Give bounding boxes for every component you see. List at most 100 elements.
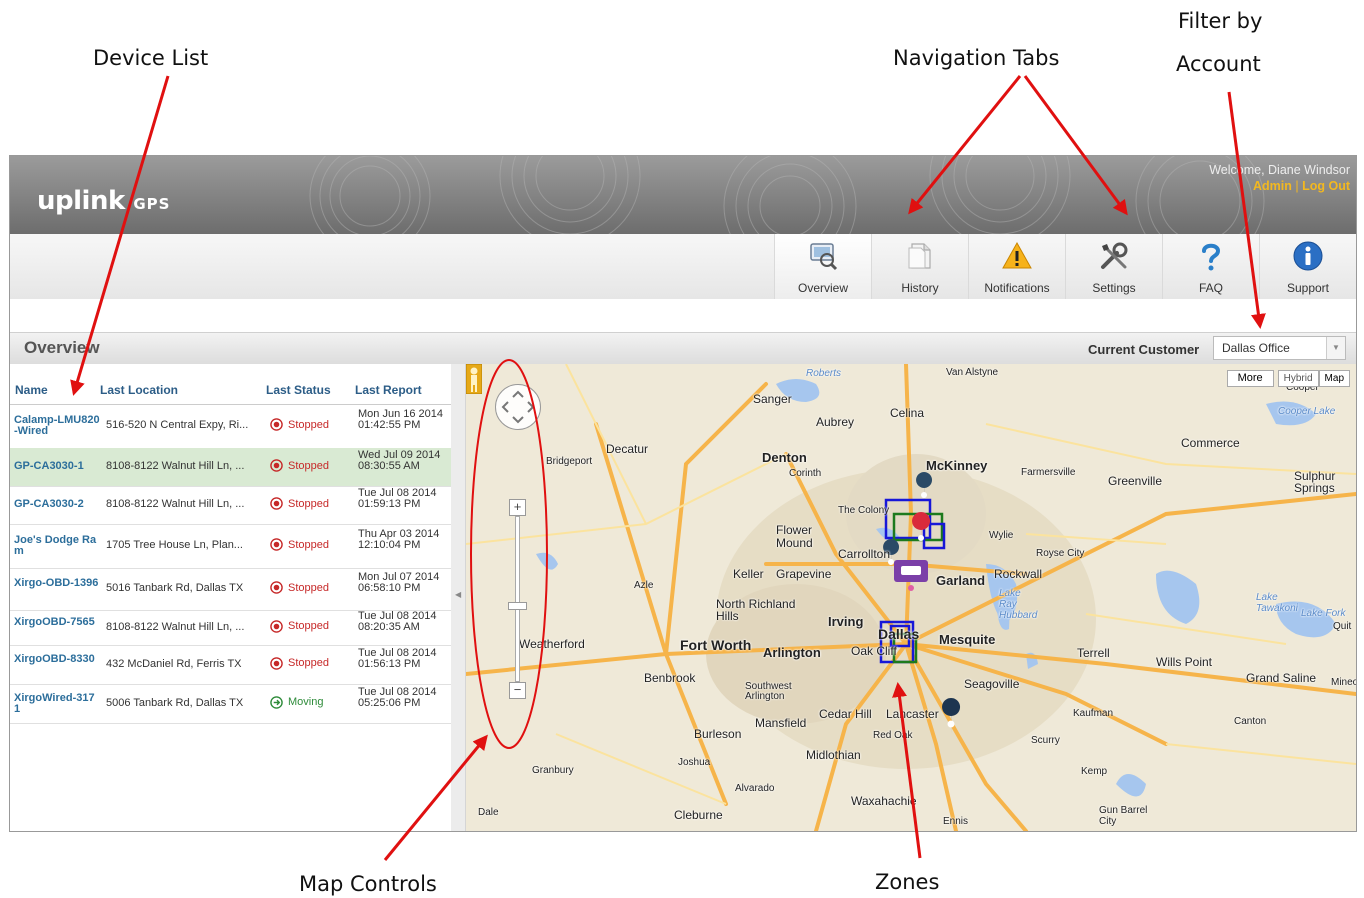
device-last-report: Tue Jul 08 2014 01:59:13 PM [358,487,437,510]
device-last-report: Mon Jun 16 2014 01:42:55 PM [358,408,444,431]
map-label: Wylie [989,530,1014,541]
zoom-in-button[interactable]: + [509,499,526,516]
column-header-last-status[interactable]: Last Status [266,383,331,397]
panel-divider[interactable]: ◀ [451,364,466,831]
device-row[interactable]: GP-CA3030-2 8108-8122 Walnut Hill Ln, ...… [10,486,451,525]
map-map-button[interactable]: Map [1318,370,1350,387]
tab-label: Overview [797,281,848,295]
stopped-status-icon [270,538,283,551]
welcome-text: Welcome, Diane Windsor [1209,163,1350,177]
map-hybrid-button[interactable]: Hybrid [1277,370,1319,387]
tab-support[interactable]: Support [1259,234,1356,299]
pan-arrows-icon [501,390,535,424]
map-label: Denton [762,450,807,465]
logout-link[interactable]: Log Out [1302,179,1350,193]
map-label: Burleson [694,727,742,741]
admin-link[interactable]: Admin [1253,179,1292,193]
map-label: Joshua [678,757,711,768]
column-header-name[interactable]: Name [15,383,48,397]
map-marker-icon[interactable] [942,698,961,734]
device-row[interactable]: GP-CA3030-1 8108-8122 Walnut Hill Ln, ...… [10,448,451,487]
device-name-link[interactable]: Calamp-LMU820-Wired [14,415,100,437]
tab-faq[interactable]: FAQ [1162,234,1259,299]
device-name-link[interactable]: XirgoOBD-7565 [14,616,100,628]
tab-history[interactable]: History [871,234,968,299]
tab-settings[interactable]: Settings [1065,234,1162,299]
column-header-last-location[interactable]: Last Location [100,383,178,397]
device-status-text: Stopped [288,581,329,594]
tab-notifications[interactable]: Notifications [968,234,1065,299]
device-last-report: Wed Jul 09 2014 08:30:55 AM [358,449,441,472]
collapse-arrow-icon[interactable]: ◀ [455,590,461,599]
map-label: Granbury [532,765,574,776]
pegman-icon[interactable] [466,364,482,394]
device-name-link[interactable]: XirgoOBD-8330 [14,653,100,665]
map-label: Mesquite [939,632,996,647]
device-row[interactable]: XirgoOBD-7565 8108-8122 Walnut Hill Ln, .… [10,610,451,646]
device-status-text: Stopped [288,459,329,472]
map-label: Farmersville [1021,467,1076,478]
map-label: Mineola [1331,677,1356,688]
map-label: Weatherford [519,637,585,651]
device-name-link[interactable]: GP-CA3030-1 [14,461,100,472]
map-label: Decatur [606,442,649,456]
device-name-link[interactable]: Joe's Dodge Ram [14,535,100,557]
map-label: Cedar Hill [819,707,872,721]
device-last-location: 5016 Tanbark Rd, Dallas TX [106,582,244,594]
device-status: Stopped [270,459,329,472]
map-label: Kemp [1081,766,1108,777]
device-row[interactable]: Joe's Dodge Ram 1705 Tree House Ln, Plan.… [10,524,451,569]
map-label: Cleburne [674,808,723,822]
device-row[interactable]: XirgoWired-3171 5006 Tanbark Rd, Dallas T… [10,684,451,724]
column-header-last-report[interactable]: Last Report [355,383,422,397]
map-label: Garland [936,573,986,588]
map-label: Bridgeport [546,456,593,467]
callout-filter-line1: Filter by [1178,9,1263,33]
map-label: Wills Point [1156,655,1213,669]
device-status: Stopped [270,418,329,431]
callout-navigation-tabs: Navigation Tabs [893,46,1060,70]
map-label: Celina [890,406,925,420]
vehicle-marker-icon[interactable] [894,560,928,591]
map-more-button[interactable]: More [1226,370,1274,387]
map-label: North Richland Hills [716,597,796,623]
moving-status-icon [270,695,283,709]
device-row[interactable]: XirgoOBD-8330 432 McDaniel Rd, Ferris TX S… [10,645,451,685]
question-icon [1202,243,1221,271]
zoom-out-button[interactable]: − [509,682,526,699]
stopped-status-icon [270,497,283,510]
zoom-slider-track[interactable] [515,516,520,682]
map-label: Aubrey [816,415,855,429]
header-pattern [10,156,1356,234]
tab-label: Notifications [984,281,1050,295]
map-label: Grand Saline [1246,671,1317,685]
device-name-link[interactable]: XirgoWired-3171 [14,692,100,715]
device-row[interactable]: Calamp-LMU820-Wired 516-520 N Central Exp… [10,404,451,449]
device-last-location: 5006 Tanbark Rd, Dallas TX [106,696,244,709]
map-label: Lancaster [886,707,939,721]
stopped-status-icon [270,656,283,670]
pan-control[interactable] [495,384,541,430]
zoom-control: + − [508,499,527,699]
map-label: Gun Barrel City [1099,805,1148,827]
page-title: Overview [24,338,100,357]
map-label: Sulphur Springs [1294,469,1336,495]
device-status: Stopped [270,497,329,510]
map-label: Irving [828,614,864,629]
tab-label: FAQ [1198,281,1223,295]
map-marker-icon[interactable] [916,472,933,502]
current-customer-label: Current Customer [1088,342,1200,357]
device-name-link[interactable]: GP-CA3030-2 [14,499,100,510]
map-label: Flower Mound [776,523,813,550]
map-label: Van Alstyne [946,367,999,378]
callout-device-list: Device List [93,46,209,70]
current-customer-select[interactable]: Dallas Office ▼ [1213,336,1346,360]
map-label: Lake Ray Hubbard [999,588,1038,621]
map-view[interactable]: Sanger Aubrey Celina Van Alstyne Roberts… [466,364,1356,831]
map-label: Carrollton [838,547,891,561]
device-row[interactable]: Xirgo-OBD-1396 5016 Tanbark Rd, Dallas TX… [10,568,451,611]
stopped-status-icon [270,418,283,431]
tab-overview[interactable]: Overview [774,234,871,299]
zoom-slider-thumb[interactable] [508,602,527,610]
device-name-link[interactable]: Xirgo-OBD-1396 [14,578,100,589]
